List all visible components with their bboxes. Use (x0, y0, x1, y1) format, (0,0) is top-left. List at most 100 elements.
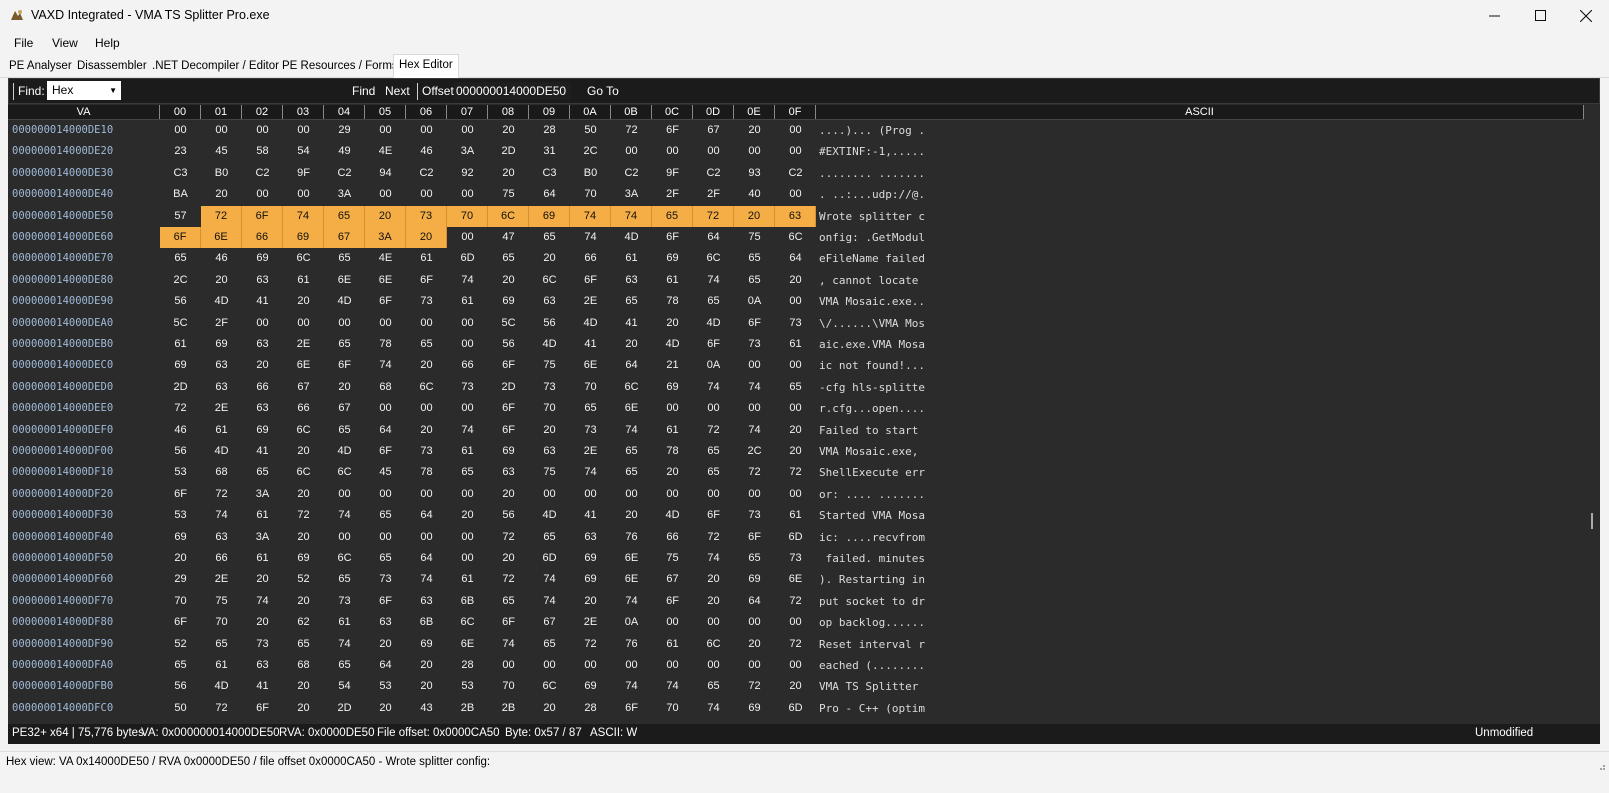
hex-byte[interactable]: 65 (160, 655, 201, 676)
hex-byte[interactable]: 20 (529, 420, 570, 441)
hex-byte[interactable]: 6F (652, 227, 693, 248)
hex-byte[interactable]: 73 (775, 313, 816, 334)
hex-byte[interactable]: 21 (652, 355, 693, 376)
tab-hex-editor[interactable]: Hex Editor (393, 54, 459, 78)
offset-input[interactable]: 000000014000DE50 (454, 82, 571, 100)
row-ascii[interactable]: ........ ....... (816, 163, 1584, 184)
hex-byte[interactable]: 49 (324, 141, 365, 162)
hex-byte[interactable]: 61 (283, 270, 324, 291)
hex-byte[interactable]: 20 (529, 698, 570, 719)
hex-byte[interactable]: 61 (242, 548, 283, 569)
row-address[interactable]: 000000014000DE30 (8, 163, 160, 184)
hex-byte[interactable]: 72 (775, 462, 816, 483)
row-address[interactable]: 000000014000DE50 (8, 206, 160, 227)
hex-byte[interactable]: 78 (406, 462, 447, 483)
hex-byte[interactable]: 70 (160, 591, 201, 612)
hex-byte[interactable]: 74 (529, 569, 570, 590)
hex-byte[interactable]: 00 (775, 355, 816, 376)
hex-byte[interactable]: 00 (447, 184, 488, 205)
hex-byte[interactable]: 00 (488, 655, 529, 676)
hex-byte[interactable]: 64 (611, 355, 652, 376)
hex-byte[interactable]: 74 (242, 591, 283, 612)
hex-byte[interactable]: 00 (242, 120, 283, 141)
hex-byte[interactable]: 46 (406, 141, 447, 162)
hex-byte[interactable]: 20 (365, 698, 406, 719)
hex-byte[interactable]: 6E (611, 398, 652, 419)
hex-byte[interactable]: 6E (611, 548, 652, 569)
hex-byte[interactable]: 72 (160, 398, 201, 419)
hex-byte[interactable]: 65 (734, 248, 775, 269)
row-address[interactable]: 000000014000DEC0 (8, 355, 160, 376)
hex-byte[interactable]: 41 (611, 313, 652, 334)
minimize-button[interactable] (1471, 0, 1517, 31)
hex-byte[interactable]: 69 (529, 205, 570, 227)
hex-byte[interactable]: 73 (570, 420, 611, 441)
hex-byte[interactable]: 20 (775, 441, 816, 462)
hex-byte[interactable]: 74 (365, 355, 406, 376)
hex-byte[interactable]: 20 (283, 698, 324, 719)
row-ascii[interactable]: ....)... (Prog . (816, 120, 1584, 141)
hex-byte[interactable]: 6F (693, 505, 734, 526)
hex-byte[interactable]: 65 (365, 548, 406, 569)
hex-byte[interactable]: 67 (693, 120, 734, 141)
row-ascii[interactable]: -cfg hls-splitte (816, 377, 1584, 398)
hex-byte[interactable]: 00 (529, 655, 570, 676)
tab-pe-resources[interactable]: PE Resources / Forms (277, 56, 403, 76)
row-ascii[interactable]: ShellExecute err (816, 462, 1584, 483)
hex-byte[interactable]: 72 (775, 591, 816, 612)
row-ascii[interactable]: . ..:...udp://@. (816, 184, 1584, 205)
hex-byte[interactable]: 41 (570, 334, 611, 355)
hex-byte[interactable]: 61 (652, 420, 693, 441)
hex-byte[interactable]: 2E (283, 334, 324, 355)
hex-byte[interactable]: 4D (324, 441, 365, 462)
hex-byte[interactable]: 94 (365, 163, 406, 184)
row-address[interactable]: 000000014000DF00 (8, 441, 160, 462)
hex-byte[interactable]: 74 (693, 270, 734, 291)
hex-byte[interactable]: 00 (775, 184, 816, 205)
hex-byte[interactable]: 58 (242, 141, 283, 162)
hex-byte[interactable]: 53 (447, 676, 488, 697)
row-ascii[interactable]: onfig: .GetModul (816, 227, 1584, 248)
hex-byte[interactable]: 72 (488, 527, 529, 548)
row-ascii[interactable]: aic.exe.VMA Mosa (816, 334, 1584, 355)
hex-byte[interactable]: 00 (406, 398, 447, 419)
hex-byte[interactable]: 75 (488, 184, 529, 205)
hex-byte[interactable]: 20 (406, 227, 447, 249)
hex-byte[interactable]: 6C (283, 462, 324, 483)
hex-byte[interactable]: 00 (242, 313, 283, 334)
hex-byte[interactable]: C3 (160, 163, 201, 184)
hex-byte[interactable]: 00 (775, 141, 816, 162)
hex-byte[interactable]: 00 (365, 484, 406, 505)
hex-byte[interactable]: 20 (283, 527, 324, 548)
hex-byte[interactable]: 20 (242, 612, 283, 633)
hex-byte[interactable]: 5C (160, 313, 201, 334)
hex-byte[interactable]: 65 (160, 248, 201, 269)
hex-byte[interactable]: 20 (283, 484, 324, 505)
hex-byte[interactable]: 65 (201, 634, 242, 655)
next-button[interactable]: Next (385, 84, 410, 98)
hex-byte[interactable]: 70 (447, 205, 488, 227)
hex-byte[interactable]: 20 (283, 591, 324, 612)
hex-byte[interactable]: 20 (406, 655, 447, 676)
hex-byte[interactable]: 72 (693, 420, 734, 441)
hex-byte[interactable]: 00 (734, 612, 775, 633)
hex-byte[interactable]: 20 (324, 377, 365, 398)
row-address[interactable]: 000000014000DF50 (8, 548, 160, 569)
hex-byte[interactable]: 67 (324, 227, 365, 249)
hex-byte[interactable]: 61 (447, 441, 488, 462)
hex-byte[interactable]: 69 (652, 248, 693, 269)
hex-byte[interactable]: 74 (693, 698, 734, 719)
hex-byte[interactable]: 65 (365, 505, 406, 526)
hex-byte[interactable]: 6F (406, 270, 447, 291)
hex-byte[interactable]: 9F (283, 163, 324, 184)
row-ascii[interactable]: \/......\VMA Mos (816, 313, 1584, 334)
hex-byte[interactable]: 6F (488, 355, 529, 376)
hex-byte[interactable]: 61 (652, 634, 693, 655)
row-address[interactable]: 000000014000DED0 (8, 377, 160, 398)
hex-byte[interactable]: 75 (529, 462, 570, 483)
hex-byte[interactable]: 65 (324, 420, 365, 441)
row-address[interactable]: 000000014000DE60 (8, 227, 160, 248)
hex-byte[interactable]: 73 (734, 505, 775, 526)
hex-byte[interactable]: 41 (242, 441, 283, 462)
hex-byte[interactable]: 00 (693, 141, 734, 162)
